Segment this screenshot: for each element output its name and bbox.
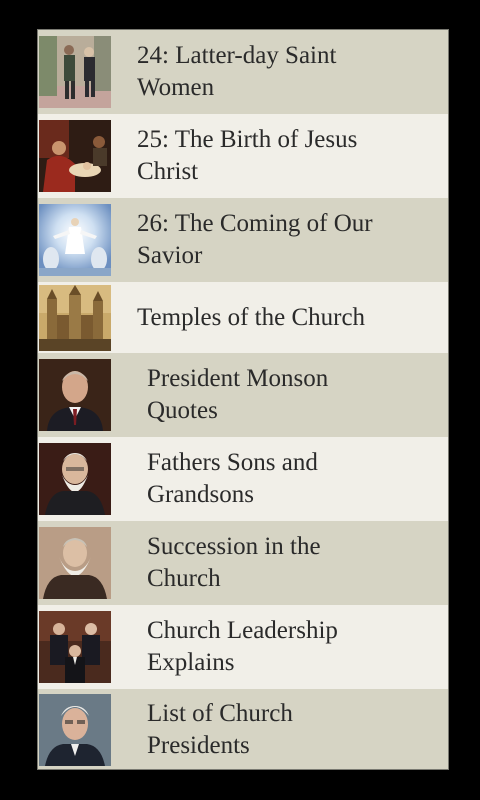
list-item-president-monson-quotes[interactable]: President Monson Quotes [38, 353, 448, 437]
item-label-line1: President Monson [147, 365, 329, 392]
item-label-line2: Savior [137, 242, 203, 269]
women-walking-thumbnail [39, 36, 111, 108]
item-label-line1: Succession in the [147, 533, 321, 560]
brigham-young-thumbnail [39, 527, 111, 599]
list-item-list-of-church-presidents[interactable]: List of Church Presidents [38, 689, 448, 769]
temple-thumbnail [39, 284, 111, 351]
list-item-succession-in-the-church[interactable]: Succession in the Church [38, 521, 448, 605]
monson-portrait-thumbnail [39, 359, 111, 431]
item-label-line2: Christ [137, 158, 199, 185]
item-label-line2: Quotes [147, 397, 218, 424]
list-item-birth-of-jesus-christ[interactable]: 25: The Birth of Jesus Christ [38, 114, 448, 198]
item-label-line1: List of Church [147, 700, 293, 727]
list-item-fathers-sons-and-grandsons[interactable]: Fathers Sons and Grandsons [38, 437, 448, 521]
item-label-line2: Explains [147, 649, 235, 676]
item-label-line1: 26: The Coming of Our [137, 210, 373, 237]
item-label-line2: Women [137, 74, 215, 101]
item-label-line1: 24: Latter-day Saint [137, 42, 337, 69]
second-coming-thumbnail [39, 204, 111, 276]
list-item-coming-of-our-savior[interactable]: 26: The Coming of Our Savior [38, 198, 448, 282]
topics-list: 24: Latter-day Saint Women 25: The Birth… [37, 29, 449, 770]
item-label-line2: Presidents [147, 732, 250, 759]
item-label-line1: 25: The Birth of Jesus [137, 126, 358, 153]
list-item-church-leadership-explains[interactable]: Church Leadership Explains [38, 605, 448, 689]
nativity-thumbnail [39, 120, 111, 192]
list-item-temples-of-the-church[interactable]: Temples of the Church [38, 282, 448, 353]
item-label-line2: Grandsons [147, 481, 254, 508]
leadership-group-thumbnail [39, 611, 111, 683]
item-label-line1: Church Leadership [147, 617, 338, 644]
elderly-leader-thumbnail [39, 694, 111, 766]
list-item-latter-day-saint-women[interactable]: 24: Latter-day Saint Women [38, 30, 448, 114]
item-label-line1: Temples of the Church [137, 303, 366, 331]
bearded-man-thumbnail [39, 443, 111, 515]
item-label-line1: Fathers Sons and [147, 449, 318, 476]
item-label-line2: Church [147, 565, 221, 592]
